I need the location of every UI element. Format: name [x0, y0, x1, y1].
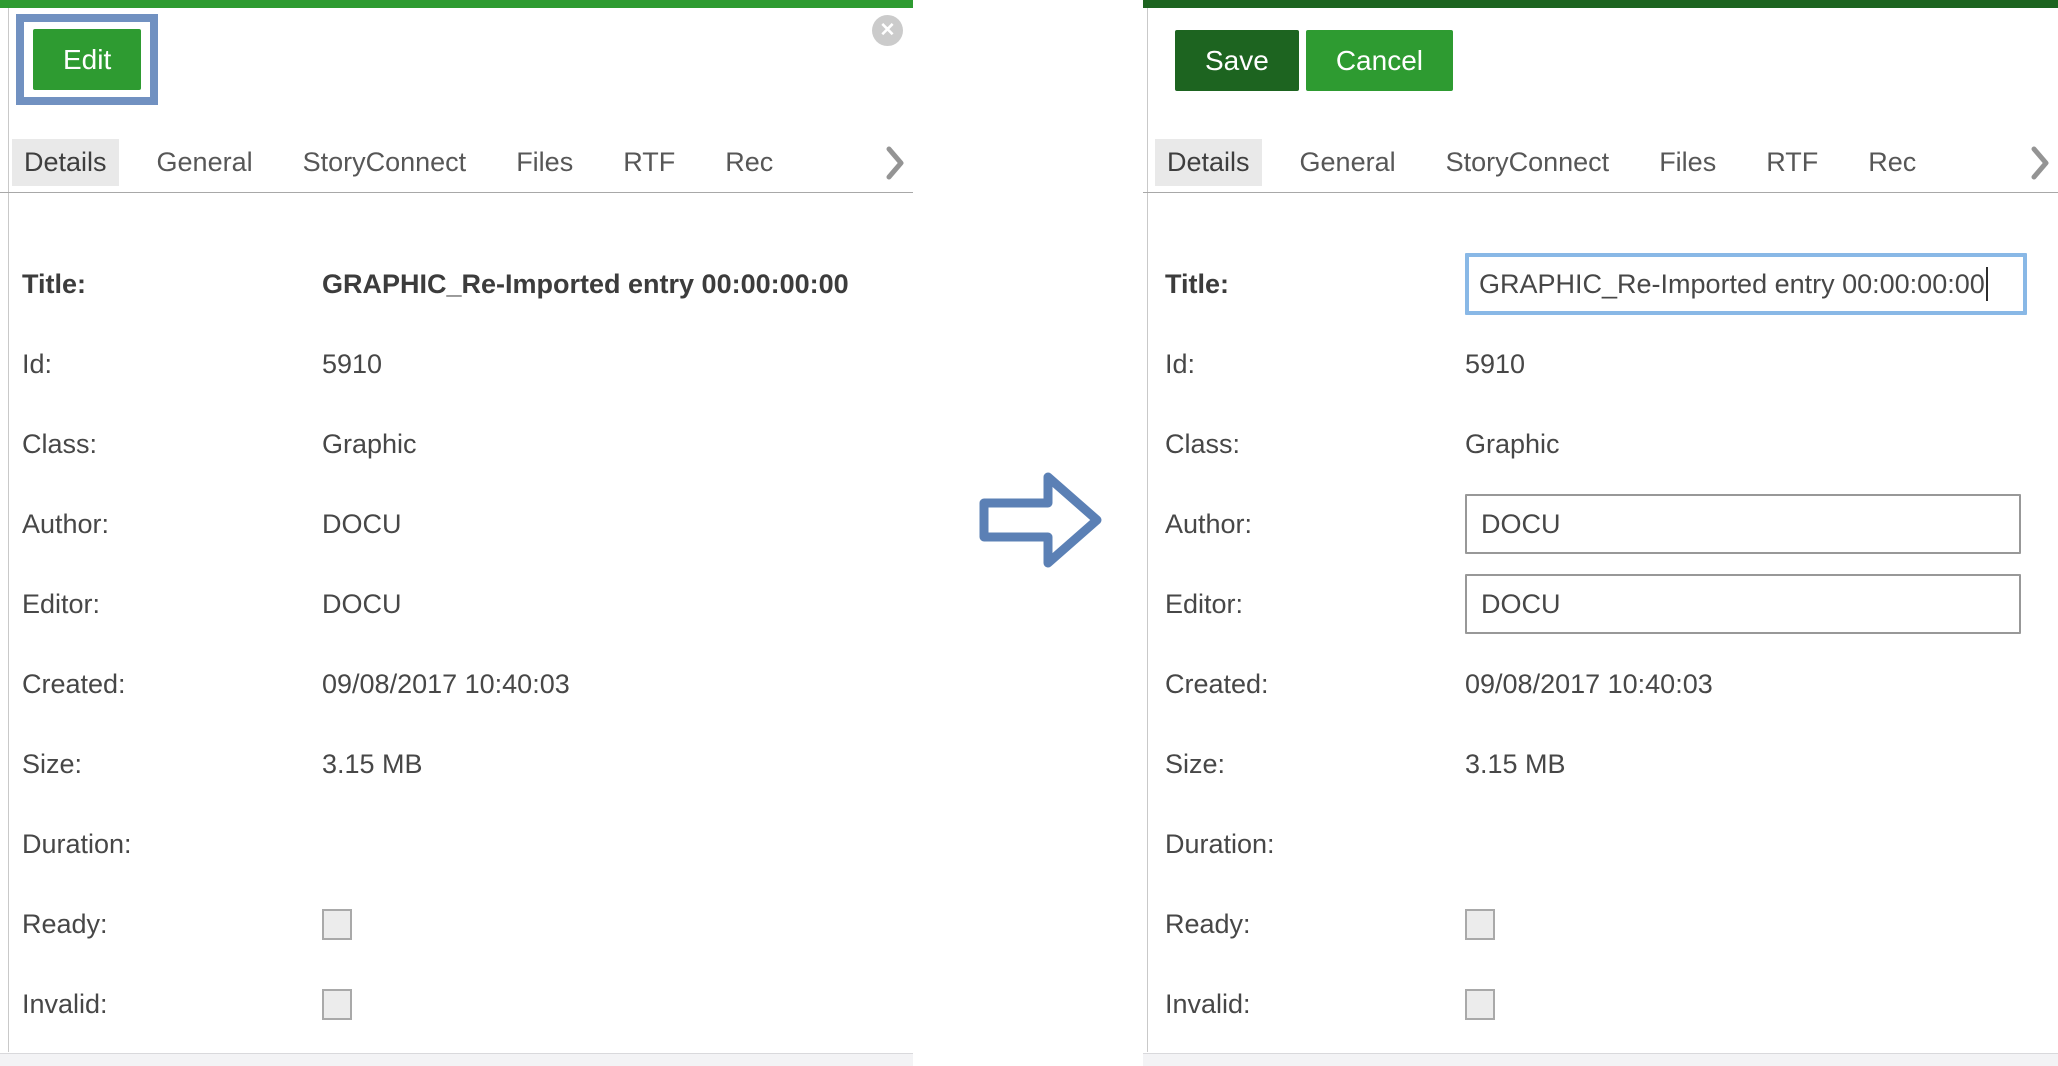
field-row-title: Title:GRAPHIC_Re-Imported entry 00:00:00…	[22, 244, 913, 324]
created-label: Created:	[1165, 669, 1465, 700]
title-value: GRAPHIC_Re-Imported entry 00:00:00:00	[322, 269, 849, 300]
more-tabs-chevron-icon[interactable]	[885, 145, 907, 181]
tab-list: Details General StoryConnect Files RTF Rec	[12, 139, 885, 186]
class-label: Class:	[22, 429, 322, 460]
invalid-label: Invalid:	[1165, 989, 1465, 1020]
editor-input[interactable]: DOCU	[1465, 574, 2021, 634]
field-row-editor: Editor:DOCU	[22, 564, 913, 644]
field-row-id: Id:5910	[22, 324, 913, 404]
bottom-scrollbar-track[interactable]	[0, 1053, 913, 1066]
invalid-checkbox[interactable]	[1465, 989, 1495, 1020]
field-row-duration: Duration:	[1165, 804, 2058, 884]
field-row-size: Size:3.15 MB	[1165, 724, 2058, 804]
field-row-author: Author:DOCU	[22, 484, 913, 564]
field-row-created: Created:09/08/2017 10:40:03	[22, 644, 913, 724]
title-label: Title:	[1165, 269, 1465, 300]
field-row-title: Title:GRAPHIC_Re-Imported entry 00:00:00…	[1165, 244, 2058, 324]
tab-general[interactable]: General	[1288, 139, 1408, 186]
field-row-class: Class:Graphic	[22, 404, 913, 484]
transition-arrow-icon	[978, 470, 1104, 570]
field-row-ready: Ready:	[22, 884, 913, 964]
size-label: Size:	[1165, 749, 1465, 780]
title-input[interactable]: GRAPHIC_Re-Imported entry 00:00:00:00	[1465, 253, 2027, 315]
view-mode-panel: Edit ✕ Details General StoryConnect Files RT…	[0, 0, 913, 1066]
created-value: 09/08/2017 10:40:03	[1465, 669, 1713, 700]
field-row-class: Class:Graphic	[1165, 404, 2058, 484]
author-label: Author:	[22, 509, 322, 540]
size-value: 3.15 MB	[1465, 749, 1566, 780]
tab-rtf[interactable]: RTF	[611, 139, 687, 186]
editor-label: Editor:	[1165, 589, 1465, 620]
edit-button-highlight-annotation: Edit	[16, 14, 158, 105]
panel-top-accent-bar	[0, 0, 913, 8]
invalid-checkbox[interactable]	[322, 989, 352, 1020]
class-label: Class:	[1165, 429, 1465, 460]
ready-label: Ready:	[22, 909, 322, 940]
text-caret	[1986, 267, 1988, 301]
tab-bar: Details General StoryConnect Files RTF Rec	[0, 133, 913, 193]
id-value: 5910	[322, 349, 382, 380]
field-row-ready: Ready:	[1165, 884, 2058, 964]
author-value: DOCU	[322, 509, 402, 540]
field-row-invalid: Invalid:	[1165, 964, 2058, 1044]
tab-storyconnect[interactable]: StoryConnect	[291, 139, 479, 186]
id-value: 5910	[1465, 349, 1525, 380]
close-button[interactable]: ✕	[872, 15, 903, 46]
editor-label: Editor:	[22, 589, 322, 620]
more-tabs-chevron-icon[interactable]	[2030, 145, 2052, 181]
ready-checkbox[interactable]	[322, 909, 352, 940]
ready-label: Ready:	[1165, 909, 1465, 940]
id-label: Id:	[22, 349, 322, 380]
field-row-duration: Duration:	[22, 804, 913, 884]
author-label: Author:	[1165, 509, 1465, 540]
class-value: Graphic	[322, 429, 417, 460]
bottom-scrollbar-track[interactable]	[1143, 1053, 2058, 1066]
class-value: Graphic	[1465, 429, 1560, 460]
edit-button[interactable]: Edit	[33, 29, 141, 90]
tab-rec[interactable]: Rec	[1856, 139, 1928, 186]
tab-general[interactable]: General	[145, 139, 265, 186]
details-fields: Title:GRAPHIC_Re-Imported entry 00:00:00…	[1143, 194, 2058, 1044]
tab-rec[interactable]: Rec	[713, 139, 785, 186]
id-label: Id:	[1165, 349, 1465, 380]
title-label: Title:	[22, 269, 322, 300]
panel-top-accent-bar	[1143, 0, 2058, 8]
details-fields: Title:GRAPHIC_Re-Imported entry 00:00:00…	[0, 194, 913, 1044]
field-row-created: Created:09/08/2017 10:40:03	[1165, 644, 2058, 724]
size-value: 3.15 MB	[322, 749, 423, 780]
created-value: 09/08/2017 10:40:03	[322, 669, 570, 700]
cancel-button[interactable]: Cancel	[1306, 30, 1453, 91]
tab-files[interactable]: Files	[504, 139, 585, 186]
close-icon: ✕	[880, 19, 896, 42]
field-row-size: Size:3.15 MB	[22, 724, 913, 804]
duration-label: Duration:	[1165, 829, 1465, 860]
tab-bar: Details General StoryConnect Files RTF Rec	[1143, 133, 2058, 193]
tab-storyconnect[interactable]: StoryConnect	[1434, 139, 1622, 186]
save-button[interactable]: Save	[1175, 30, 1299, 91]
size-label: Size:	[22, 749, 322, 780]
field-row-invalid: Invalid:	[22, 964, 913, 1044]
edit-mode-panel: Save Cancel Details General StoryConnect Fi…	[1143, 0, 2058, 1066]
tab-rtf[interactable]: RTF	[1754, 139, 1830, 186]
tab-list: Details General StoryConnect Files RTF Rec	[1155, 139, 2030, 186]
ready-checkbox[interactable]	[1465, 909, 1495, 940]
created-label: Created:	[22, 669, 322, 700]
tab-details[interactable]: Details	[1155, 139, 1262, 186]
author-input[interactable]: DOCU	[1465, 494, 2021, 554]
duration-label: Duration:	[22, 829, 322, 860]
edit-mode-actions: Save Cancel	[1175, 30, 1453, 91]
field-row-author: Author:DOCU	[1165, 484, 2058, 564]
field-row-id: Id:5910	[1165, 324, 2058, 404]
invalid-label: Invalid:	[22, 989, 322, 1020]
tab-details[interactable]: Details	[12, 139, 119, 186]
tab-files[interactable]: Files	[1647, 139, 1728, 186]
field-row-editor: Editor:DOCU	[1165, 564, 2058, 644]
editor-value: DOCU	[322, 589, 402, 620]
